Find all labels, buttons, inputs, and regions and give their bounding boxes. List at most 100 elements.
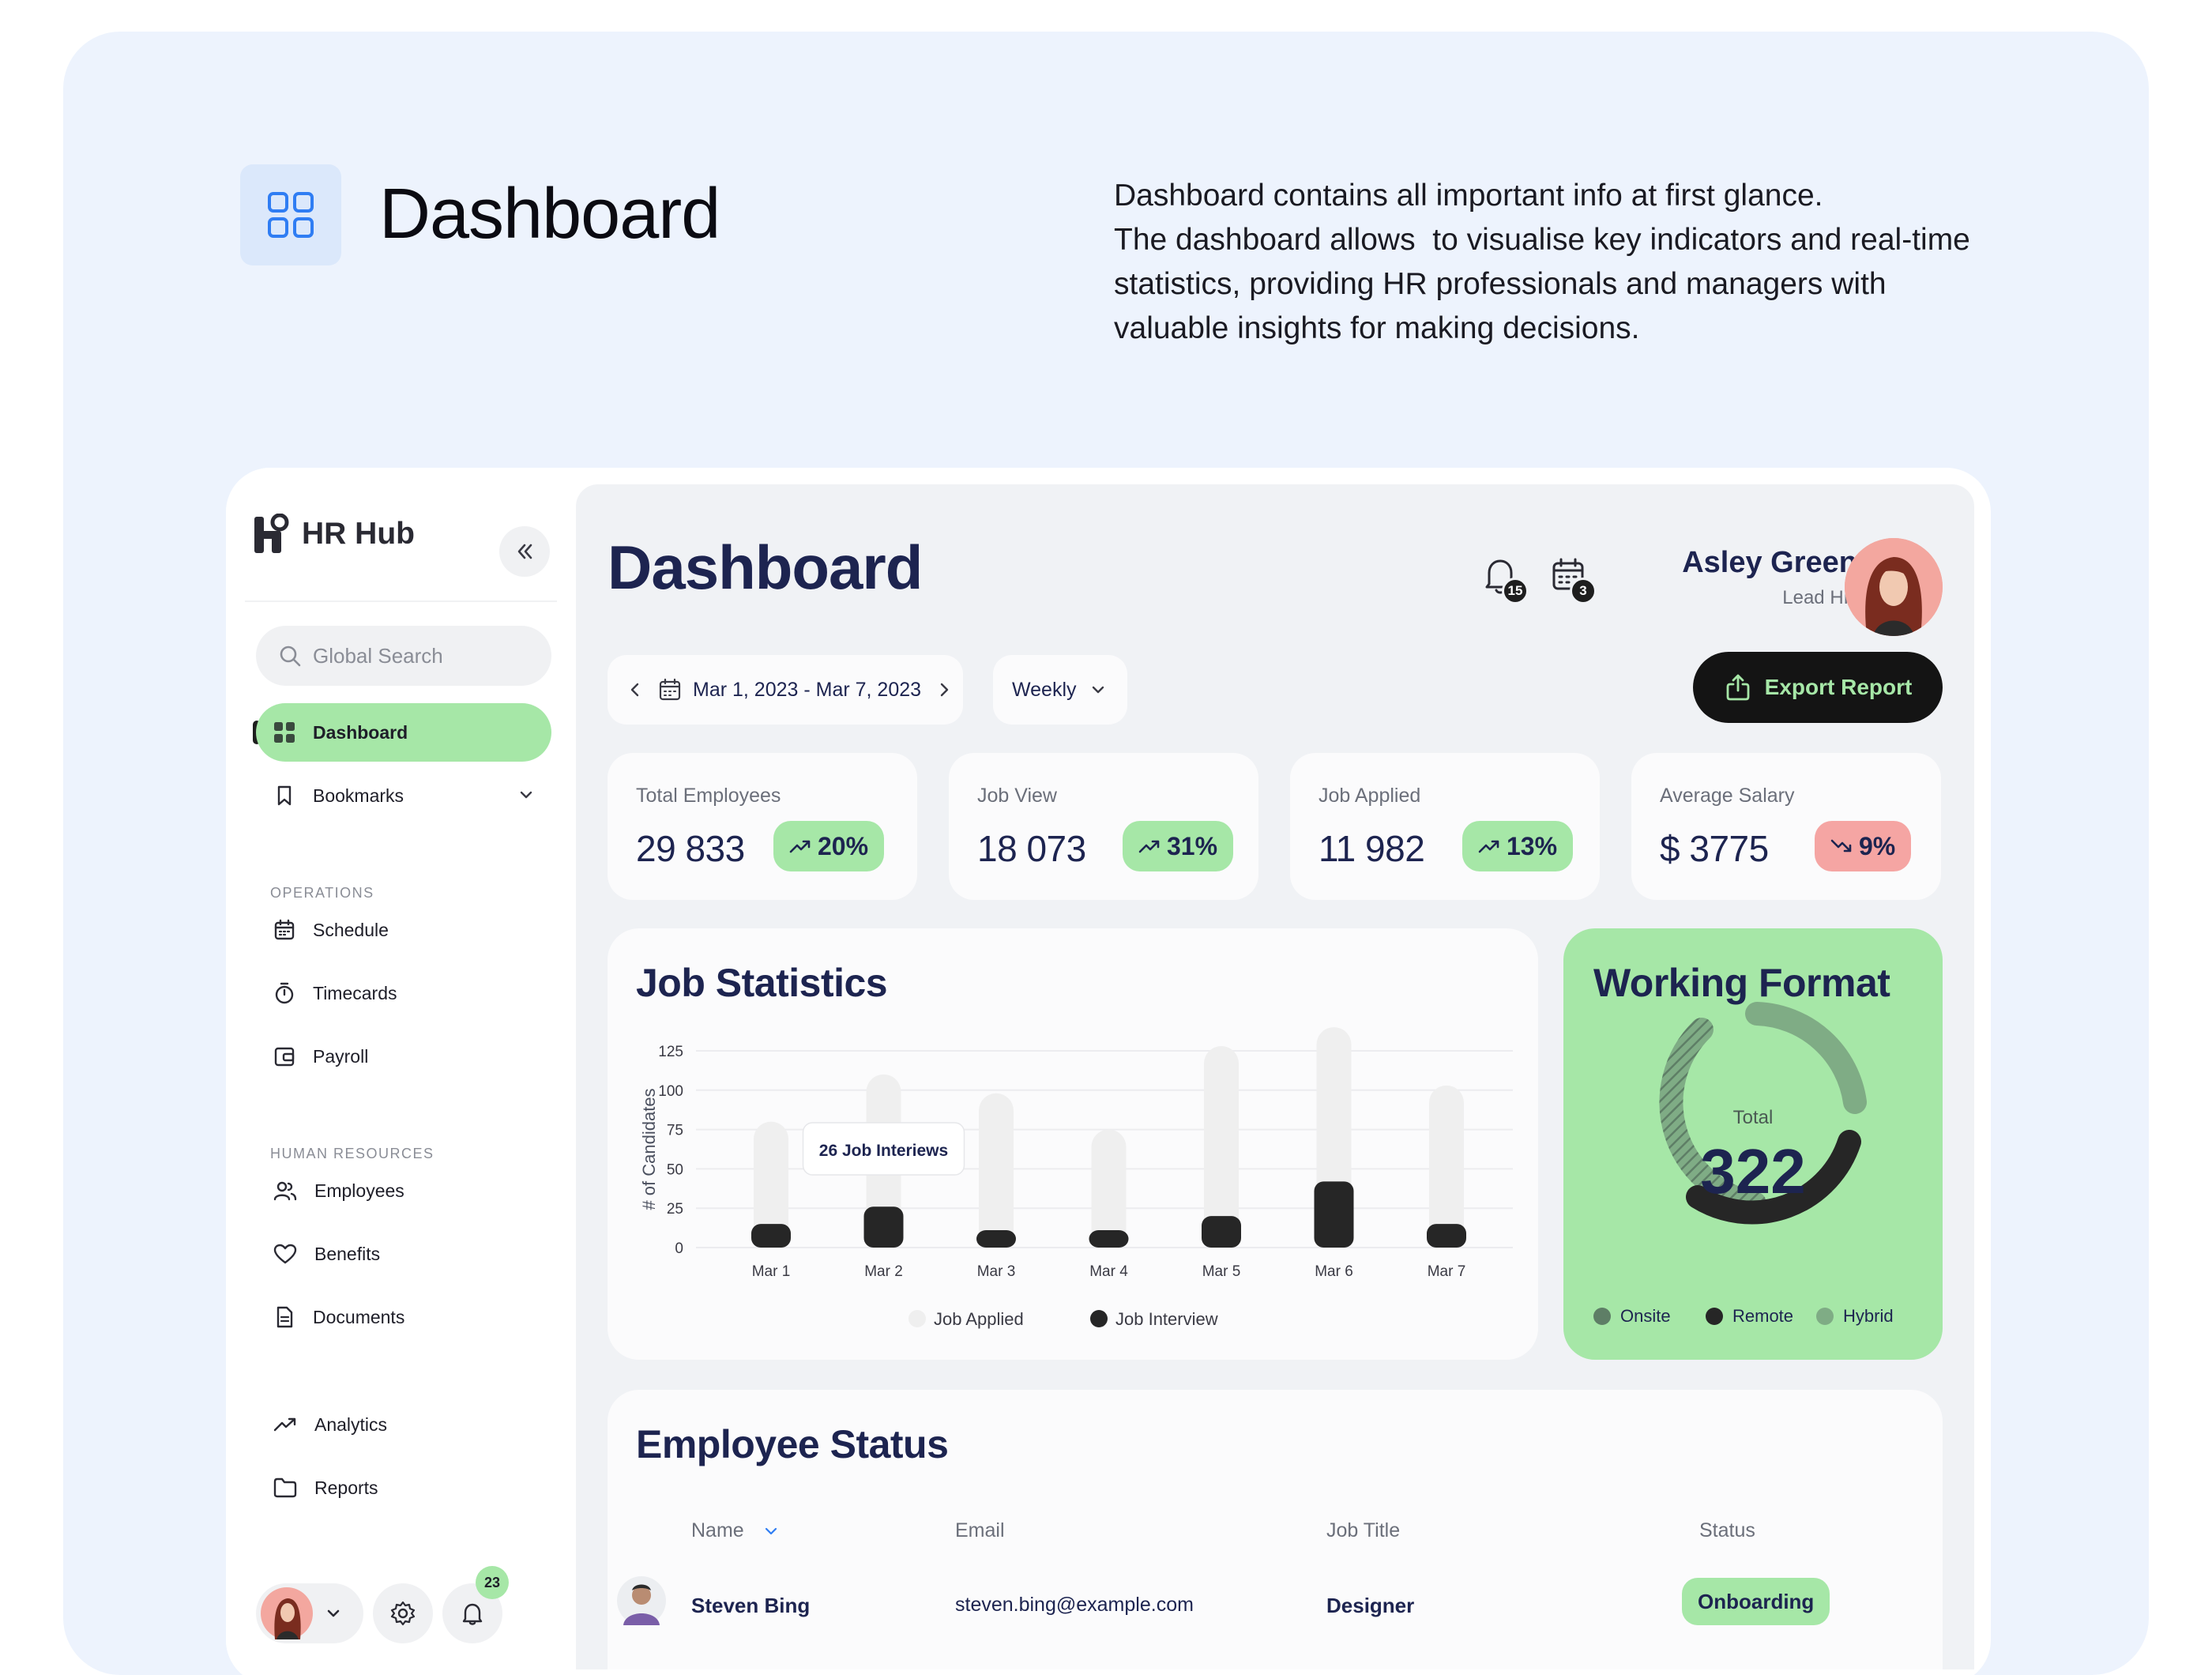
legend-label: Hybrid xyxy=(1843,1306,1894,1326)
kpi-card-total-employees: Total Employees 29 833 20% xyxy=(608,753,917,900)
hero-title: Dashboard xyxy=(379,175,720,254)
heart-icon xyxy=(273,1244,297,1264)
legend-label-job-interview: Job Interview xyxy=(1115,1309,1218,1329)
global-search-input[interactable]: Global Search xyxy=(256,626,551,686)
sidebar-item-schedule[interactable]: Schedule xyxy=(256,901,551,959)
chevron-down-icon xyxy=(520,791,532,799)
y-axis-label: # of Candidates xyxy=(639,1088,659,1210)
kpi-change: 9% xyxy=(1859,831,1896,860)
card-title: Employee Status xyxy=(636,1422,949,1466)
status-badge: Onboarding xyxy=(1682,1578,1830,1625)
period-select[interactable]: Weekly xyxy=(993,655,1127,725)
job-statistics-chart: 0 25 50 75 100 125 # of Candidates Mar 1 Mar 2 Ma… xyxy=(639,1027,1513,1329)
date-range-label: Mar 1, 2023 - Mar 7, 2023 xyxy=(693,678,922,701)
calendar-button[interactable]: 3 xyxy=(1544,552,1597,604)
kpi-value: $ 3775 xyxy=(1660,828,1769,869)
employee-job-title: Designer xyxy=(1326,1594,1415,1617)
date-range-picker[interactable]: Mar 1, 2023 - Mar 7, 2023 xyxy=(608,655,963,725)
kpi-change-badge: 20% xyxy=(773,821,885,871)
kpi-card-job-view: Job View 18 073 31% xyxy=(949,753,1258,900)
sidebar-item-label: Benefits xyxy=(314,1243,381,1264)
collapse-sidebar-button[interactable] xyxy=(499,526,550,577)
presentation-canvas: Dashboard Dashboard contains all importa… xyxy=(63,32,2149,1675)
y-tick-label: 25 xyxy=(667,1201,683,1218)
settings-button[interactable] xyxy=(373,1583,433,1643)
sidebar-item-benefits[interactable]: Benefits xyxy=(256,1225,551,1283)
calendar-icon xyxy=(274,919,295,940)
column-header-label: Name xyxy=(691,1519,744,1541)
notifications-button[interactable]: 15 xyxy=(1477,552,1529,604)
notifications-button[interactable]: 23 xyxy=(442,1566,509,1643)
notification-count-badge: 23 xyxy=(476,1566,509,1599)
export-report-label: Export Report xyxy=(1764,675,1913,699)
folder-icon xyxy=(273,1477,297,1498)
hr-hub-logo-icon xyxy=(254,514,289,553)
sidebar-item-label: Dashboard xyxy=(313,721,408,743)
sidebar-item-label: Payroll xyxy=(313,1045,369,1067)
sidebar-divider xyxy=(245,600,557,602)
kpi-value: 29 833 xyxy=(636,828,745,869)
sidebar-item-dashboard[interactable]: Dashboard xyxy=(256,703,551,762)
chevron-left-icon[interactable] xyxy=(626,681,644,698)
double-chevron-left-icon xyxy=(517,544,532,559)
sidebar-item-payroll[interactable]: Payroll xyxy=(256,1027,551,1086)
wallet-icon xyxy=(274,1047,295,1067)
export-report-button[interactable]: Export Report xyxy=(1693,652,1943,723)
legend-label-job-applied: Job Applied xyxy=(934,1309,1024,1329)
employee-email: steven.bing@example.com xyxy=(955,1594,1194,1616)
sidebar-item-documents[interactable]: Documents xyxy=(256,1288,551,1346)
sidebar-item-label: Employees xyxy=(314,1180,404,1201)
bar-job-applied xyxy=(1429,1085,1464,1248)
gear-icon xyxy=(390,1601,416,1626)
bar-job-applied xyxy=(1091,1129,1127,1248)
section-label-operations: OPERATIONS xyxy=(270,885,374,901)
working-format-card: Working Format Total 322 Onsite Remote H… xyxy=(1563,928,1943,1360)
chevron-right-icon[interactable] xyxy=(935,681,953,698)
bar-job-interview xyxy=(751,1224,791,1248)
column-header-name[interactable]: Name xyxy=(691,1519,779,1542)
bell-icon xyxy=(462,1603,483,1625)
trend-up-icon xyxy=(789,840,811,853)
kpi-change: 31% xyxy=(1167,831,1218,860)
kpi-change: 20% xyxy=(818,831,869,860)
x-tick-label: Mar 5 xyxy=(1202,1263,1241,1280)
sidebar-item-analytics[interactable]: Analytics xyxy=(256,1395,551,1454)
sidebar-item-bookmarks[interactable]: Bookmarks xyxy=(256,766,551,825)
kpi-value: 11 982 xyxy=(1319,828,1425,869)
document-icon xyxy=(276,1306,293,1328)
notification-count-badge: 15 xyxy=(1502,578,1529,604)
kpi-label: Average Salary xyxy=(1660,785,1795,807)
bar-job-applied xyxy=(979,1093,1014,1248)
sidebar-item-employees[interactable]: Employees xyxy=(256,1161,551,1220)
y-tick-label: 125 xyxy=(658,1044,683,1060)
y-tick-label: 100 xyxy=(658,1083,683,1100)
hero-description-line: Dashboard contains all important info at… xyxy=(1114,179,1823,213)
trend-up-icon xyxy=(1138,840,1160,853)
sidebar-item-label: Bookmarks xyxy=(313,785,404,806)
grid-icon xyxy=(274,722,295,743)
account-menu-button[interactable] xyxy=(256,1583,363,1643)
employee-name[interactable]: Steven Bing xyxy=(691,1594,810,1618)
brand[interactable]: HR Hub xyxy=(254,514,415,555)
hero-description: Dashboard contains all important info at… xyxy=(1114,174,2030,351)
x-tick-label: Mar 4 xyxy=(1089,1263,1128,1280)
y-tick-label: 50 xyxy=(667,1161,683,1178)
upload-icon xyxy=(1726,674,1750,701)
avatar xyxy=(617,1576,666,1625)
avatar[interactable] xyxy=(1845,538,1943,636)
sidebar: HR Hub Global Search Dashboard Bookmarks… xyxy=(226,468,576,1675)
legend-swatch-job-interview xyxy=(1090,1310,1108,1327)
search-icon xyxy=(280,646,301,667)
stopwatch-icon xyxy=(275,982,294,1004)
donut-segment-hybrid xyxy=(1745,1002,1867,1114)
legend-swatch xyxy=(1816,1308,1834,1325)
sidebar-item-label: Documents xyxy=(313,1306,405,1327)
kpi-card-average-salary: Average Salary $ 3775 9% xyxy=(1631,753,1941,900)
sidebar-item-timecards[interactable]: Timecards xyxy=(256,964,551,1022)
sidebar-item-label: Timecards xyxy=(313,982,397,1003)
y-tick-label: 0 xyxy=(675,1240,683,1257)
sidebar-item-reports[interactable]: Reports xyxy=(256,1459,551,1517)
kpi-value: 18 073 xyxy=(977,828,1086,869)
kpi-change: 13% xyxy=(1507,831,1558,860)
trend-down-icon xyxy=(1830,839,1852,853)
